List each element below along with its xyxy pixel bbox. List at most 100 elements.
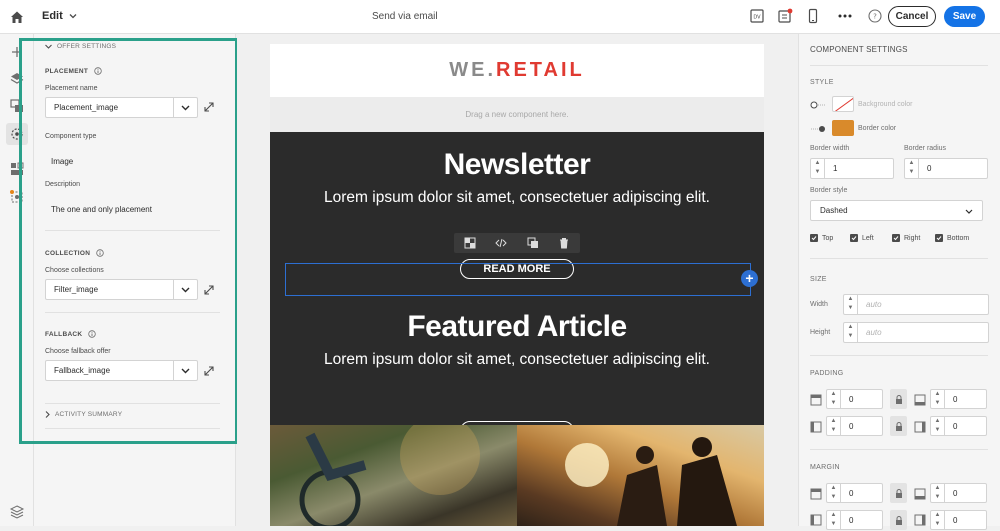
padding-top-stepper[interactable]: ▲ ▼ 0: [826, 389, 883, 409]
border-style-label: Border style: [810, 187, 848, 194]
stepper-arrows-icon[interactable]: ▲ ▼: [827, 417, 841, 435]
brand-logo: WE. RETAIL: [270, 44, 764, 97]
bottom-layers-icon[interactable]: [9, 504, 25, 520]
stepper-arrows-icon[interactable]: ▲ ▼: [931, 511, 945, 529]
delete-icon[interactable]: [558, 237, 570, 249]
featured-article-body: Lorem ipsum dolor sit amet, consectetuer…: [324, 351, 710, 368]
divider: [45, 428, 220, 429]
border-right-label: Right: [904, 234, 921, 242]
stepper-arrows-icon[interactable]: ▲ ▼: [844, 295, 858, 314]
padding-bottom-stepper[interactable]: ▲ ▼ 0: [930, 389, 987, 409]
personalization-icon[interactable]: [9, 189, 25, 205]
description-label: Description: [45, 181, 81, 188]
border-color-toggle[interactable]: [810, 124, 826, 134]
margin-right-stepper[interactable]: ▲ ▼ 0: [930, 510, 987, 530]
selected-placement-component[interactable]: [285, 263, 751, 296]
edit-menu[interactable]: Edit: [42, 10, 77, 22]
fallback-header: FALLBACK: [45, 330, 97, 338]
lock-icon[interactable]: [890, 416, 907, 436]
padding-right-stepper[interactable]: ▲ ▼ 0: [930, 416, 987, 436]
stepper-arrows-icon[interactable]: ▲ ▼: [905, 159, 919, 178]
save-button[interactable]: Save: [944, 6, 985, 27]
top-bar: Edit Send via email DV ? Cancel Save: [0, 0, 1000, 34]
padding-header: PADDING: [810, 370, 844, 377]
stepper-arrows-icon[interactable]: ▲ ▼: [827, 484, 841, 502]
home-icon[interactable]: [9, 9, 25, 25]
expand-icon[interactable]: [203, 101, 215, 113]
stepper-arrows-icon[interactable]: ▲ ▼: [811, 159, 825, 178]
desktop-preview-icon[interactable]: DV: [749, 8, 765, 24]
margin-left-stepper[interactable]: ▲ ▼ 0: [826, 510, 883, 530]
cancel-button[interactable]: Cancel: [888, 6, 936, 27]
height-stepper[interactable]: ▲ ▼ auto: [843, 322, 989, 343]
stepper-arrows-icon[interactable]: ▲ ▼: [931, 390, 945, 408]
lock-icon[interactable]: [890, 483, 907, 503]
duplicate-icon[interactable]: [527, 237, 539, 249]
padding-bottom-value: 0: [953, 395, 958, 404]
margin-bottom-stepper[interactable]: ▲ ▼ 0: [930, 483, 987, 503]
assets-icon[interactable]: [9, 98, 25, 114]
component-settings-title: COMPONENT SETTINGS: [810, 45, 908, 54]
margin-top-value: 0: [849, 489, 854, 498]
stepper-arrows-icon[interactable]: ▲ ▼: [931, 417, 945, 435]
divider: [810, 258, 988, 259]
lock-icon[interactable]: [890, 389, 907, 409]
mobile-preview-icon[interactable]: [805, 8, 821, 24]
more-options-icon[interactable]: [837, 8, 853, 24]
expand-icon[interactable]: [203, 365, 215, 377]
padding-right-icon: [914, 421, 926, 433]
margin-right-value: 0: [953, 516, 958, 525]
add-component-icon[interactable]: +: [741, 270, 758, 287]
border-top-checkbox[interactable]: Top: [810, 234, 833, 242]
placement-name-value: Placement_image: [54, 103, 119, 112]
info-icon[interactable]: [88, 330, 97, 338]
add-icon[interactable]: [9, 44, 25, 60]
stepper-arrows-icon[interactable]: ▲ ▼: [827, 511, 841, 529]
placement-name-dropdown[interactable]: Placement_image: [45, 97, 198, 118]
margin-top-stepper[interactable]: ▲ ▼ 0: [826, 483, 883, 503]
info-icon[interactable]: [94, 67, 102, 75]
logo-retail: RETAIL: [496, 59, 585, 81]
expand-icon[interactable]: [203, 284, 215, 296]
width-label: Width: [810, 301, 828, 308]
border-style-dropdown[interactable]: Dashed: [810, 200, 983, 221]
width-stepper[interactable]: ▲ ▼ auto: [843, 294, 989, 315]
collections-dropdown[interactable]: Filter_image: [45, 279, 198, 300]
border-bottom-checkbox[interactable]: Bottom: [935, 234, 969, 242]
info-icon[interactable]: [96, 249, 104, 257]
stepper-arrows-icon[interactable]: ▲ ▼: [931, 484, 945, 502]
border-left-checkbox[interactable]: Left: [850, 234, 874, 242]
border-color-swatch[interactable]: [832, 120, 854, 136]
layers-icon[interactable]: [9, 71, 25, 87]
margin-left-icon: [810, 514, 822, 526]
offer-settings-header[interactable]: OFFER SETTINGS: [45, 43, 116, 50]
style-header: STYLE: [810, 79, 834, 86]
offers-tab[interactable]: [6, 123, 28, 145]
margin-right-icon: [914, 514, 926, 526]
activity-summary-header[interactable]: ACTIVITY SUMMARY: [45, 411, 122, 418]
padding-left-icon: [810, 421, 822, 433]
border-radius-stepper[interactable]: ▲ ▼ 0: [904, 158, 988, 179]
stepper-arrows-icon[interactable]: ▲ ▼: [844, 323, 858, 342]
fallback-dropdown[interactable]: Fallback_image: [45, 360, 198, 381]
notifications-icon[interactable]: [777, 8, 793, 24]
border-left-label: Left: [862, 234, 874, 242]
select-parent-icon[interactable]: [464, 237, 476, 249]
border-right-checkbox[interactable]: Right: [892, 234, 920, 242]
code-icon[interactable]: [495, 237, 507, 249]
collection-header: COLLECTION: [45, 249, 104, 257]
stepper-arrows-icon[interactable]: ▲ ▼: [827, 390, 841, 408]
background-color-toggle[interactable]: [810, 100, 826, 110]
background-color-swatch[interactable]: [832, 96, 854, 112]
margin-bottom-value: 0: [953, 489, 958, 498]
padding-left-stepper[interactable]: ▲ ▼ 0: [826, 416, 883, 436]
drop-zone[interactable]: Drag a new component here.: [270, 97, 764, 132]
border-width-stepper[interactable]: ▲ ▼ 1: [810, 158, 894, 179]
lock-icon[interactable]: [890, 510, 907, 530]
chevron-down-icon: [965, 209, 973, 214]
height-label: Height: [810, 329, 831, 336]
description-value: The one and only placement: [51, 205, 152, 214]
divider: [810, 355, 988, 356]
help-icon[interactable]: ?: [867, 8, 883, 24]
structure-icon[interactable]: [9, 161, 25, 177]
